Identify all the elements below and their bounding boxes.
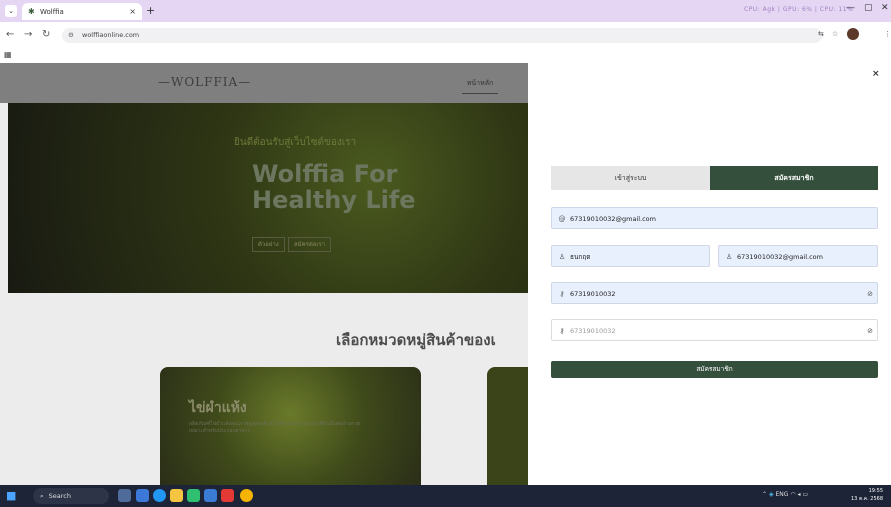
battery-icon[interactable]: ▭: [802, 491, 808, 498]
hero-banner: ยินดีต้อนรับสู่เว็บไซต์ของเรา Wolffia Fo…: [8, 103, 528, 293]
task-view-icon[interactable]: [136, 489, 149, 502]
new-tab-button[interactable]: +: [146, 4, 155, 17]
hero-title-line-1: Wolffia For: [252, 160, 398, 188]
username-field[interactable]: ♙ 67319010032@gmail.com: [718, 245, 878, 267]
eye-slash-icon[interactable]: ⊘: [867, 283, 873, 305]
clock-time: 19:55: [868, 488, 884, 494]
email-field[interactable]: @67319010032@gmail.com: [551, 207, 878, 229]
profile-avatar[interactable]: [847, 28, 859, 40]
browser-tab[interactable]: ✱ Wolffia ×: [22, 3, 142, 20]
bookmark-star-icon[interactable]: ☆: [832, 30, 838, 38]
confirm-password-field[interactable]: ⚷ 67319010032 ⊘: [551, 319, 878, 341]
reload-icon[interactable]: ↻: [42, 29, 50, 40]
hero-title-line-2: Healthy Life: [252, 186, 416, 214]
tab-title: Wolffia: [40, 7, 64, 16]
site-info-icon[interactable]: ⚙: [68, 28, 78, 43]
taskbar-clock[interactable]: 19:55 13 ต.ค. 2568: [851, 487, 883, 503]
hero-welcome-text: ยินดีต้อนรับสู่เว็บไซต์ของเรา: [234, 137, 357, 148]
website-content: —WOLFFIA— หน้าหลัก ยินดีต้อนรับสู่เว็บไซ…: [0, 63, 528, 485]
site-logo[interactable]: —WOLFFIA—: [158, 75, 251, 89]
menu-dots-icon[interactable]: ⋮: [884, 30, 891, 38]
name-field[interactable]: ♙ ธนกฤต: [551, 245, 710, 267]
at-icon: @: [558, 215, 566, 223]
clock-date: 13 ต.ค. 2568: [851, 496, 884, 502]
store-icon[interactable]: [187, 489, 200, 502]
network-app-icon[interactable]: ◈: [769, 491, 774, 498]
user-icon: ♙: [558, 253, 566, 261]
back-icon[interactable]: ←: [6, 29, 14, 40]
wolffia-favicon-icon: ✱: [28, 6, 35, 16]
volume-icon[interactable]: ◂: [798, 491, 801, 498]
user-icon: ♙: [725, 253, 733, 261]
hero-sample-button[interactable]: ตัวอย่าง: [252, 237, 285, 252]
tab-register[interactable]: สมัครสมาชิก: [710, 166, 878, 190]
minimize-button[interactable]: —: [846, 3, 855, 13]
register-submit-button[interactable]: สมัครสมาชิก: [551, 361, 878, 378]
app-icon[interactable]: [204, 489, 217, 502]
performance-stats: CPU: Agk | GPU: 6% | CPU: 11%: [744, 6, 854, 13]
system-tray[interactable]: ⌃ ◈ ENG ◠ ◂ ▭: [762, 491, 808, 498]
windows-start-icon[interactable]: ■: [6, 489, 16, 502]
window-close-button[interactable]: ✕: [881, 3, 889, 13]
auth-tabs: เข้าสู่ระบบ สมัครสมาชิก: [551, 166, 878, 190]
key-icon: ⚷: [559, 290, 565, 298]
nav-home-link[interactable]: หน้าหลัก: [462, 73, 498, 94]
username-value: 67319010032@gmail.com: [737, 253, 823, 261]
panel-close-icon[interactable]: ×: [872, 69, 880, 79]
forward-icon[interactable]: →: [24, 29, 32, 40]
recorder-icon[interactable]: [221, 489, 234, 502]
bookmarks-bar: [0, 48, 891, 63]
file-explorer-icon[interactable]: [170, 489, 183, 502]
apps-grid-icon[interactable]: ▦: [4, 50, 12, 59]
url-bar[interactable]: ⚙ wolffiaonline.com: [62, 28, 822, 43]
url-text: wolffiaonline.com: [82, 31, 140, 39]
password-value: 67319010032: [570, 290, 616, 298]
language-indicator[interactable]: ENG: [776, 491, 789, 498]
taskbar-search[interactable]: ⌕ Search: [33, 488, 109, 504]
edge-icon[interactable]: [153, 489, 166, 502]
search-icon: ⌕: [40, 492, 44, 500]
auth-side-panel: × เข้าสู่ระบบ สมัครสมาชิก @67319010032@g…: [528, 63, 891, 485]
chrome-icon[interactable]: [240, 489, 253, 502]
tab-login[interactable]: เข้าสู่ระบบ: [551, 166, 710, 190]
email-value: 67319010032@gmail.com: [570, 215, 656, 223]
eye-slash-icon[interactable]: ⊘: [867, 320, 873, 342]
hero-title: Wolffia For Healthy Life: [252, 161, 416, 213]
maximize-button[interactable]: ▢: [864, 3, 873, 13]
search-label: Search: [48, 492, 71, 500]
tab-search-dropdown-icon[interactable]: ⌄: [5, 5, 17, 17]
hero-contact-button[interactable]: สมัครต่อเรา: [288, 237, 331, 252]
site-navbar: —WOLFFIA— หน้าหลัก: [0, 63, 528, 103]
category-card-dried-wolffia[interactable]: ไข่ผำแห้ง ผลิตภัณฑ์ไข่ผำแห้งคุณภาพสูงอุด…: [160, 367, 421, 485]
tab-close-icon[interactable]: ×: [129, 7, 136, 16]
card-description: ผลิตภัณฑ์ไข่ผำแห้งคุณภาพสูงอุดมด้วยโปรตี…: [189, 421, 360, 434]
chevron-up-icon[interactable]: ⌃: [762, 491, 767, 498]
translate-icon[interactable]: ⇆: [818, 30, 824, 38]
windows-taskbar: ■ ⌕ Search ⌃ ◈ ENG ◠ ◂ ▭ 19:55 13 ต.ค. 25…: [0, 485, 891, 507]
card-title: ไข่ผำแห้ง: [189, 400, 247, 416]
category-section-title: เลือกหมวดหมู่สินค้าของเ: [336, 331, 496, 349]
confirm-password-placeholder: 67319010032: [570, 327, 616, 335]
key-icon: ⚷: [559, 327, 565, 335]
wifi-icon[interactable]: ◠: [790, 491, 795, 498]
widgets-icon[interactable]: [118, 489, 131, 502]
category-card-next[interactable]: [487, 367, 528, 485]
name-value: ธนกฤต: [570, 253, 591, 261]
password-field[interactable]: ⚷ 67319010032 ⊘: [551, 282, 878, 304]
